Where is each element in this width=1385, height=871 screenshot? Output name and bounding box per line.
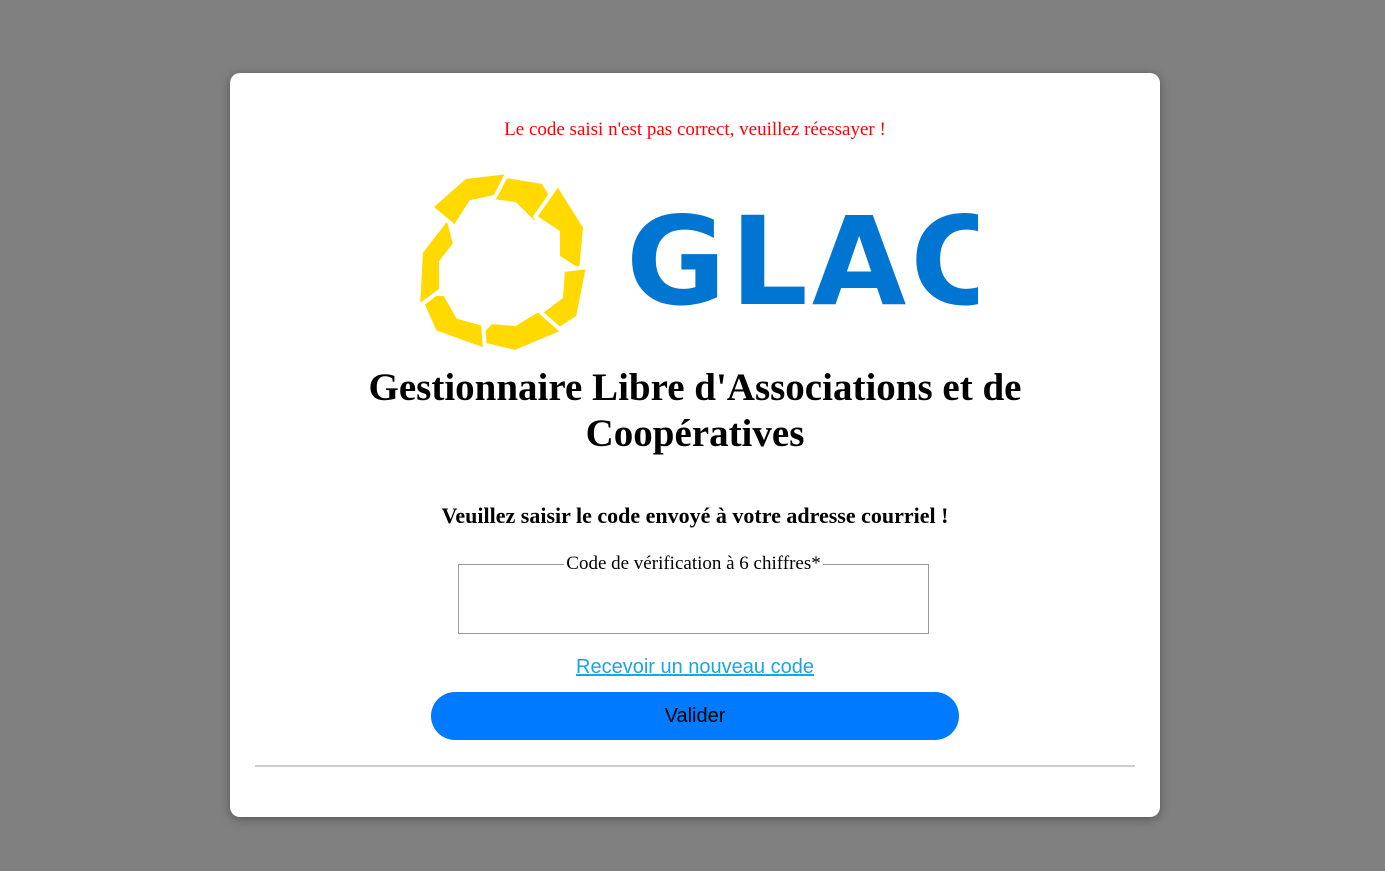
page-title: Gestionnaire Libre d'Associations et de … xyxy=(368,366,1022,455)
code-field: Code de vérification à 6 chiffres* xyxy=(458,553,929,634)
glac-logo: GLAC xyxy=(408,167,978,357)
code-field-label: Code de vérification à 6 chiffres* xyxy=(566,553,821,574)
resend-link-container: Recevoir un nouveau code xyxy=(230,656,1160,679)
instruction-text: Veuillez saisir le code envoyé à votre a… xyxy=(441,503,949,528)
page-background: Le code saisi n'est pas correct, veuille… xyxy=(0,0,1385,871)
verification-code-input[interactable] xyxy=(459,573,928,629)
resend-code-link[interactable]: Recevoir un nouveau code xyxy=(576,656,814,678)
logo-text: GLAC xyxy=(626,191,978,333)
error-message: Le code saisi n'est pas correct, veuille… xyxy=(504,119,886,140)
submit-button[interactable]: Valider xyxy=(431,692,959,740)
divider xyxy=(255,765,1135,767)
hands-circle-logo-icon: GLAC xyxy=(416,170,978,354)
verification-card: Le code saisi n'est pas correct, veuille… xyxy=(230,73,1160,817)
